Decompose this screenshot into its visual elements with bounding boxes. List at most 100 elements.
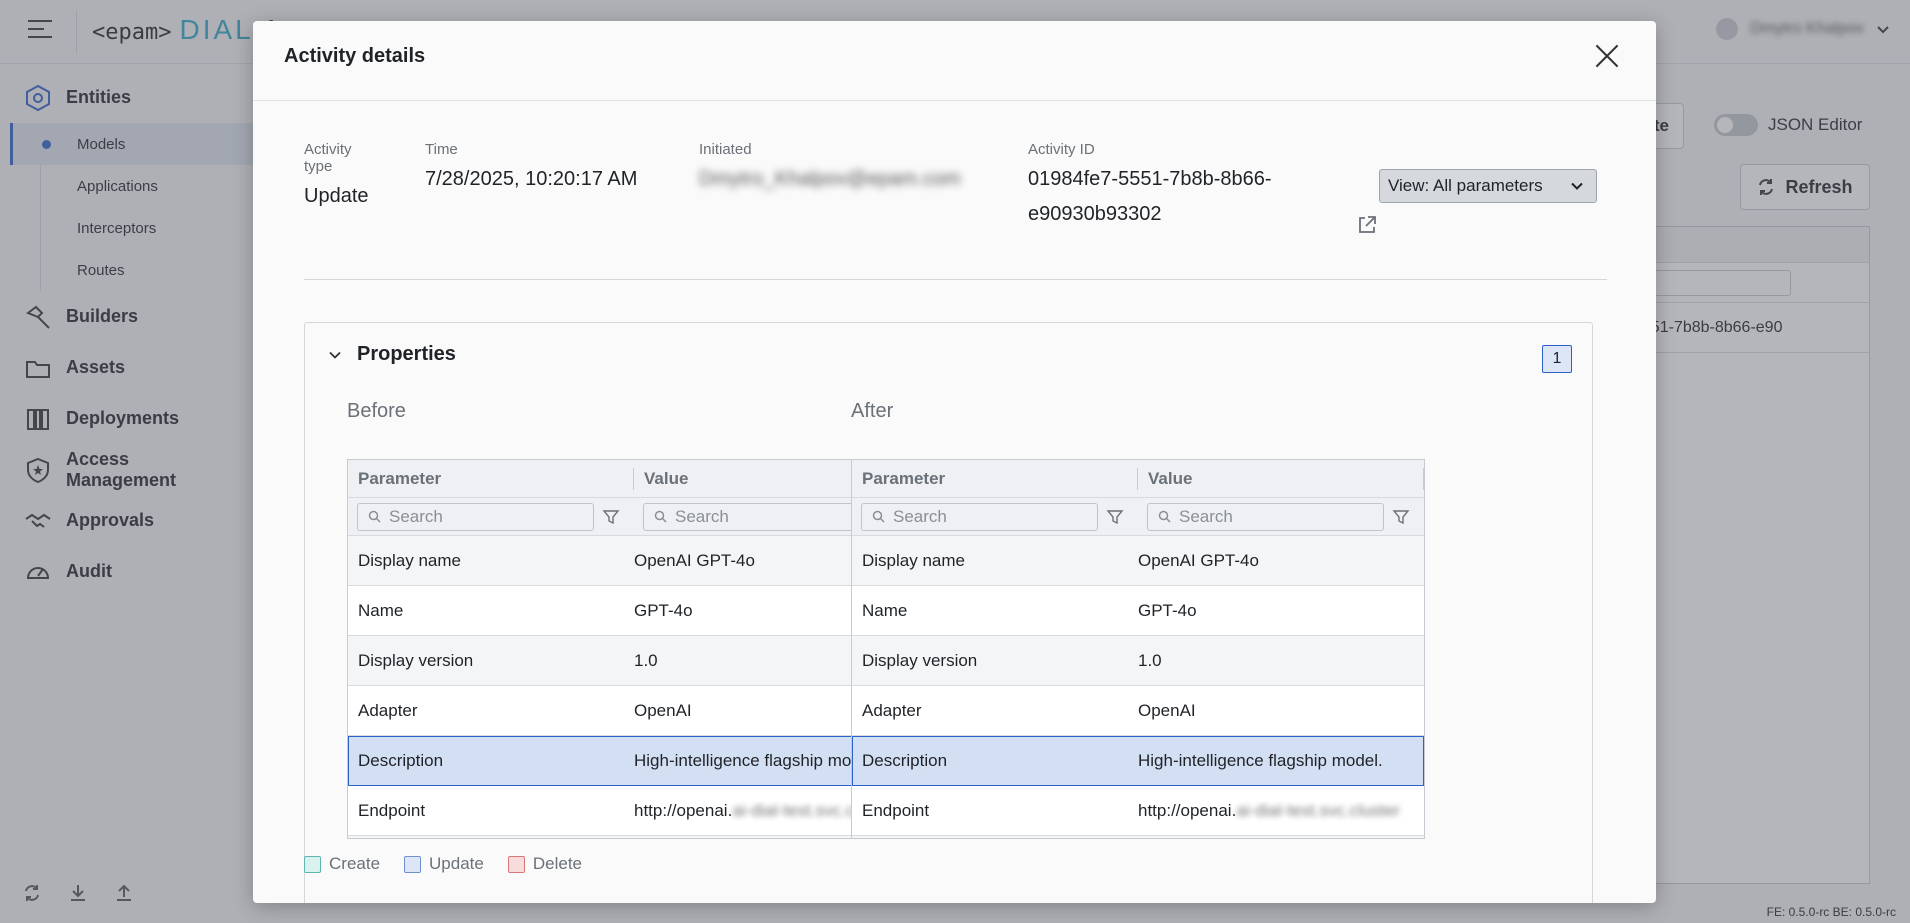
cell-parameter: Description xyxy=(862,750,948,770)
cell-parameter: Adapter xyxy=(358,700,418,720)
table-row[interactable]: Name GPT-4o xyxy=(852,586,1424,636)
parameter-search-input[interactable]: Search xyxy=(861,502,1098,531)
chevron-down-icon xyxy=(1571,182,1583,190)
cell-parameter: Endpoint xyxy=(358,800,426,820)
legend-label: Update xyxy=(429,854,484,873)
legend-swatch-create xyxy=(304,855,321,873)
cell-value: GPT-4o xyxy=(1138,600,1197,620)
endpoint-hidden: ai-dial-test.svc.cluster xyxy=(1236,800,1400,820)
table-row[interactable]: Name GPT-4o xyxy=(348,586,920,636)
search-icon xyxy=(654,510,667,523)
change-legend: Create Update Delete xyxy=(304,854,582,874)
cell-parameter: Adapter xyxy=(862,700,922,720)
initiated-label: Initiated xyxy=(699,141,752,158)
search-icon xyxy=(368,510,381,523)
initiated-value: Dmytro_Khalpov@epam.com xyxy=(699,168,961,190)
properties-toggle[interactable]: Properties xyxy=(327,343,456,366)
table-row[interactable]: Display version 1.0 xyxy=(852,636,1424,686)
activity-details-dialog: Activity details Activity type Update Ti… xyxy=(253,21,1656,903)
grid-header: Parameter Value xyxy=(348,460,920,498)
parameter-filter: Search xyxy=(852,502,1138,531)
search-icon xyxy=(1158,510,1171,523)
chevron-down-icon xyxy=(329,351,341,359)
table-row-changed[interactable]: Description High-intelligence flagship mo… xyxy=(348,736,920,786)
changes-count-badge: 1 xyxy=(1542,345,1572,373)
grid-body: Display name OpenAI GPT-4o Name GPT-4o Dis… xyxy=(852,536,1424,838)
legend-create: Create xyxy=(304,854,380,874)
cell-value: High-intelligence flagship model. xyxy=(1138,750,1383,770)
view-select[interactable]: View: All parameters xyxy=(1379,169,1597,203)
endpoint-visible: http://openai. xyxy=(1138,800,1237,820)
before-title: Before xyxy=(347,400,406,422)
grid-header: Parameter Value xyxy=(852,460,1424,498)
cell-value: OpenAI xyxy=(1138,700,1196,720)
cell-parameter: Description xyxy=(358,750,444,770)
cell-parameter: Display name xyxy=(862,550,965,570)
grid-filter-row: Search Search xyxy=(852,498,1424,536)
after-grid: Parameter Value Search Search Display na… xyxy=(851,459,1425,839)
search-placeholder: Search xyxy=(893,506,947,526)
time-label: Time xyxy=(425,141,458,158)
table-row[interactable] xyxy=(852,836,1424,838)
parameter-filter: Search xyxy=(348,502,634,531)
cell-parameter: Endpoint xyxy=(862,800,930,820)
legend-label: Create xyxy=(329,854,381,873)
legend-delete: Delete xyxy=(507,854,582,874)
table-row[interactable]: Display name OpenAI GPT-4o xyxy=(852,536,1424,586)
cell-parameter: Name xyxy=(358,600,404,620)
properties-panel: Properties 1 Before After Parameter Valu… xyxy=(304,322,1593,903)
activity-type-label: Activity type xyxy=(304,141,352,175)
activity-id-line1: 01984fe7-5551-7b8b-8b66- xyxy=(1028,168,1272,190)
table-row-changed[interactable]: Description High-intelligence flagship mo… xyxy=(852,736,1424,786)
cell-parameter: Display version xyxy=(862,650,978,670)
search-icon xyxy=(872,510,885,523)
cell-parameter: Display version xyxy=(358,650,474,670)
column-header-value[interactable]: Value xyxy=(1138,468,1424,490)
activity-id-label: Activity ID xyxy=(1028,141,1095,158)
cell-value: http://openai.ai-dial-test.svc.cluster xyxy=(1138,801,1424,821)
table-row[interactable]: Display version 1.0 xyxy=(348,636,920,686)
legend-swatch-update xyxy=(404,855,422,873)
parameter-search-input[interactable]: Search xyxy=(357,502,594,531)
table-row[interactable]: Display name OpenAI GPT-4o xyxy=(348,536,920,586)
divider xyxy=(304,279,1607,280)
value-search-input[interactable]: Search xyxy=(643,502,880,531)
time-value: 7/28/2025, 10:20:17 AM xyxy=(425,168,638,190)
table-row[interactable]: Endpoint http://openai.ai-dial-test.svc.c… xyxy=(852,786,1424,836)
grid-filter-row: Search Search xyxy=(348,498,920,536)
cell-parameter: Display name xyxy=(358,550,461,570)
before-grid: Parameter Value Search Search Display na… xyxy=(347,459,921,839)
filter-icon[interactable] xyxy=(602,508,620,526)
activity-info: Activity type Update Time 7/28/2025, 10:… xyxy=(253,141,1656,261)
search-placeholder: Search xyxy=(389,506,443,526)
column-header-parameter[interactable]: Parameter xyxy=(852,468,1138,490)
column-header-parameter[interactable]: Parameter xyxy=(348,468,634,490)
endpoint-visible: http://openai. xyxy=(634,800,733,820)
value-filter: Search xyxy=(1138,502,1410,531)
cell-parameter: Name xyxy=(862,600,908,620)
after-title: After xyxy=(851,400,894,422)
cell-value: OpenAI GPT-4o xyxy=(1138,550,1259,570)
properties-title: Properties xyxy=(357,343,456,365)
table-row[interactable]: Adapter OpenAI xyxy=(348,686,920,736)
search-placeholder: Search xyxy=(1179,506,1233,526)
legend-swatch-delete xyxy=(507,855,525,873)
dialog-header: Activity details xyxy=(253,21,1656,101)
close-icon[interactable] xyxy=(1594,43,1620,69)
grid-body: Display name OpenAI GPT-4o Name GPT-4o Dis… xyxy=(348,536,920,838)
activity-type-value: Update xyxy=(304,185,369,207)
value-search-input[interactable]: Search xyxy=(1147,502,1384,531)
table-row[interactable]: Endpoint http://openai.ai-dial-test.svc.c… xyxy=(348,786,920,836)
activity-id-line2: e90930b93302 xyxy=(1028,203,1162,225)
legend-update: Update xyxy=(404,854,484,874)
filter-icon[interactable] xyxy=(1106,508,1124,526)
legend-label: Delete xyxy=(532,854,582,873)
external-link-icon[interactable] xyxy=(1356,214,1378,236)
view-select-value: View: All parameters xyxy=(1388,176,1543,195)
table-row[interactable] xyxy=(348,836,920,838)
search-placeholder: Search xyxy=(675,506,729,526)
filter-icon[interactable] xyxy=(1392,508,1410,526)
cell-value: 1.0 xyxy=(1138,650,1162,670)
dialog-title: Activity details xyxy=(284,45,426,67)
table-row[interactable]: Adapter OpenAI xyxy=(852,686,1424,736)
